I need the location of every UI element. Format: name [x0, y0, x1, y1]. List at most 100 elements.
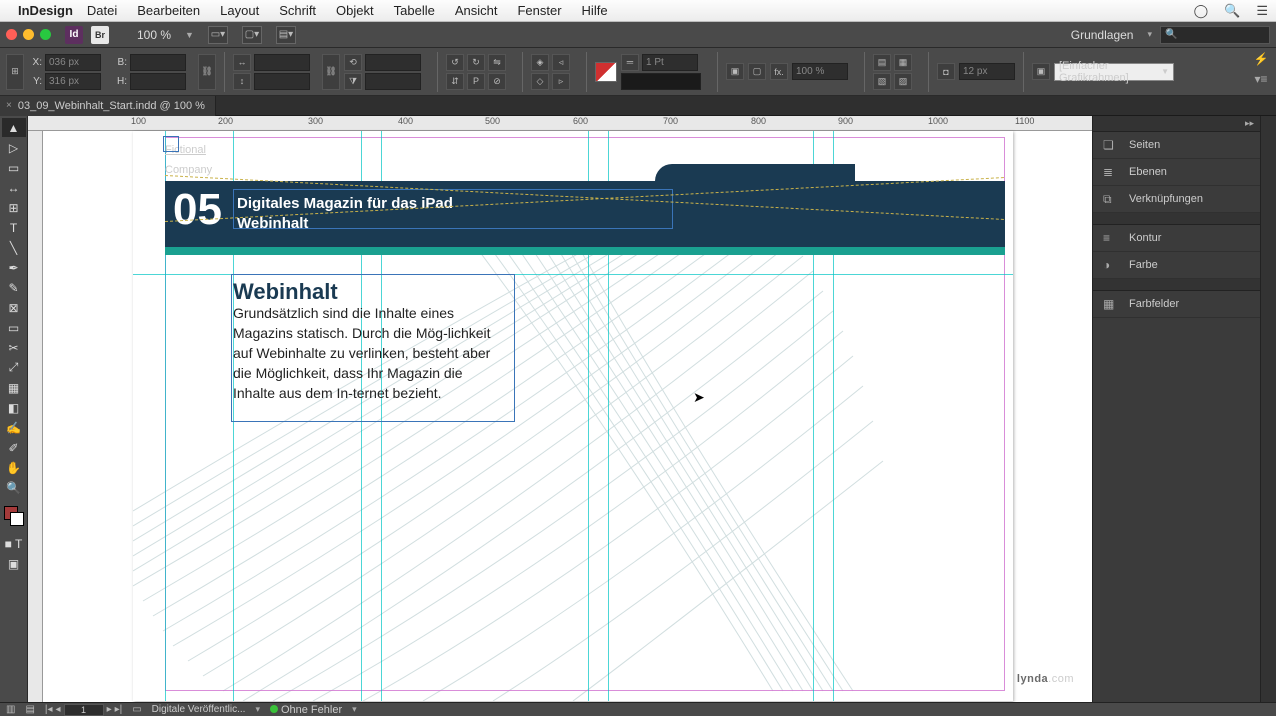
- corner-options-icon[interactable]: ◘: [937, 63, 955, 80]
- page-number-field[interactable]: 1: [64, 704, 104, 716]
- zoom-tool-icon[interactable]: 🔍: [2, 478, 26, 497]
- panel-kontur[interactable]: ≡Kontur: [1093, 225, 1260, 252]
- window-zoom-button[interactable]: [40, 29, 51, 40]
- select-prev-icon[interactable]: ◃: [552, 54, 570, 71]
- selection-tool-icon[interactable]: ▲: [2, 118, 26, 137]
- drop-shadow-icon[interactable]: ▣: [726, 63, 744, 80]
- transform-again-icon[interactable]: P: [467, 73, 485, 90]
- workspace-switcher[interactable]: Grundlagen: [1071, 28, 1134, 42]
- note-tool-icon[interactable]: ✍: [2, 418, 26, 437]
- menu-hilfe[interactable]: Hilfe: [582, 3, 608, 18]
- horizontal-ruler[interactable]: 100 200 300 400 500 600 700 800 900 1000…: [28, 116, 1092, 131]
- fx-icon[interactable]: fx.: [770, 63, 788, 80]
- select-content-icon[interactable]: ◇: [531, 73, 549, 90]
- type-tool-icon[interactable]: T: [2, 218, 26, 237]
- panel-farbe[interactable]: ◑Farbe: [1093, 252, 1260, 279]
- object-style-icon[interactable]: ▣: [1032, 63, 1050, 80]
- menu-bearbeiten[interactable]: Bearbeiten: [137, 3, 200, 18]
- gap-tool-icon[interactable]: ↔: [2, 178, 26, 197]
- menu-datei[interactable]: Datei: [87, 3, 117, 18]
- scale-y-field[interactable]: [254, 73, 310, 90]
- apply-color-icon[interactable]: ■ T: [2, 534, 26, 553]
- x-field[interactable]: 036 px: [45, 54, 101, 71]
- arrange-documents-icon[interactable]: ▤▾: [276, 26, 296, 44]
- clear-transform-icon[interactable]: ⊘: [488, 73, 506, 90]
- spotlight-icon[interactable]: 🔍: [1224, 3, 1240, 19]
- select-container-icon[interactable]: ◈: [531, 54, 549, 71]
- screen-mode-tool-icon[interactable]: ▣: [2, 554, 26, 573]
- opacity-field[interactable]: 100 %: [792, 63, 848, 80]
- panel-menu-icon[interactable]: ▾≡: [1252, 72, 1270, 88]
- menu-schrift[interactable]: Schrift: [279, 3, 316, 18]
- quick-apply-icon[interactable]: ⚡: [1252, 52, 1270, 68]
- rotation-field[interactable]: [365, 54, 421, 71]
- page-tool-icon[interactable]: ▭: [2, 158, 26, 177]
- bridge-icon[interactable]: Br: [91, 26, 109, 44]
- text-wrap-none-icon[interactable]: ▤: [873, 54, 891, 71]
- scissors-tool-icon[interactable]: ✂: [2, 338, 26, 357]
- menu-list-icon[interactable]: ☰: [1256, 3, 1268, 19]
- y-field[interactable]: 316 px: [45, 73, 101, 90]
- prev-page-icon[interactable]: ◂: [56, 704, 61, 715]
- rotation-icon[interactable]: ⟲: [344, 54, 362, 71]
- cc-icon[interactable]: ◯: [1194, 3, 1209, 19]
- panel-ebenen[interactable]: ≣Ebenen: [1093, 159, 1260, 186]
- reference-point-proxy[interactable]: ⊞: [6, 54, 24, 90]
- panel-verknuepfungen[interactable]: ⧉Verknüpfungen: [1093, 186, 1260, 213]
- content-collector-tool-icon[interactable]: ⊞: [2, 198, 26, 217]
- page-navigator[interactable]: |◂ ◂ 1 ▸ ▸|: [45, 704, 122, 716]
- width-field[interactable]: [130, 54, 186, 71]
- line-tool-icon[interactable]: ╲: [2, 238, 26, 257]
- app-name[interactable]: InDesign: [18, 3, 73, 18]
- stroke-weight-field[interactable]: 1 Pt: [642, 54, 698, 71]
- object-style-dropdown[interactable]: [Einfacher Grafikrahmen]▼: [1054, 63, 1174, 81]
- select-next-icon[interactable]: ▹: [552, 73, 570, 90]
- close-tab-icon[interactable]: ×: [6, 100, 12, 111]
- text-wrap-jump-icon[interactable]: ▨: [894, 73, 912, 90]
- status-icon[interactable]: ▤: [25, 704, 34, 715]
- panel-scroll-rail[interactable]: [1260, 116, 1276, 702]
- hand-tool-icon[interactable]: ✋: [2, 458, 26, 477]
- pen-tool-icon[interactable]: ✒: [2, 258, 26, 277]
- shear-icon[interactable]: ⧩: [344, 73, 362, 90]
- constrain-proportions-icon[interactable]: ⛓: [198, 54, 216, 90]
- frame-handle[interactable]: [163, 136, 179, 152]
- selected-text-frame[interactable]: [233, 189, 673, 229]
- page[interactable]: Fictional Company Artikel 05 05 Digitale…: [133, 131, 1013, 701]
- text-wrap-shape-icon[interactable]: ▧: [873, 73, 891, 90]
- rectangle-frame-tool-icon[interactable]: ⊠: [2, 298, 26, 317]
- vertical-ruler[interactable]: [28, 131, 43, 702]
- open-document-icon[interactable]: ▭: [132, 704, 141, 715]
- window-minimize-button[interactable]: [23, 29, 34, 40]
- opacity-icon[interactable]: ▢: [748, 63, 766, 80]
- gradient-swatch-tool-icon[interactable]: ▦: [2, 378, 26, 397]
- document-canvas[interactable]: 100 200 300 400 500 600 700 800 900 1000…: [28, 116, 1092, 702]
- flip-horizontal-icon[interactable]: ⇋: [488, 54, 506, 71]
- flip-vertical-icon[interactable]: ⇵: [446, 73, 464, 90]
- screen-mode-icon[interactable]: ▢▾: [242, 26, 262, 44]
- scale-x-field[interactable]: [254, 54, 310, 71]
- intent-label[interactable]: Digitale Veröffentlic...: [152, 704, 246, 715]
- eyedropper-tool-icon[interactable]: ✐: [2, 438, 26, 457]
- fill-stroke-swatch[interactable]: [595, 62, 617, 82]
- scale-y-icon[interactable]: ↕: [233, 73, 251, 90]
- menu-ansicht[interactable]: Ansicht: [455, 3, 498, 18]
- menu-tabelle[interactable]: Tabelle: [394, 3, 435, 18]
- next-page-icon[interactable]: ▸: [107, 704, 112, 715]
- shear-field[interactable]: [365, 73, 421, 90]
- text-wrap-bound-icon[interactable]: ▦: [894, 54, 912, 71]
- stroke-style-field[interactable]: [621, 73, 701, 90]
- rotate-ccw-icon[interactable]: ↺: [446, 54, 464, 71]
- zoom-level[interactable]: 100 %: [137, 28, 171, 42]
- menu-objekt[interactable]: Objekt: [336, 3, 374, 18]
- height-field[interactable]: [130, 73, 186, 90]
- status-icon[interactable]: ▥: [6, 704, 15, 715]
- free-transform-tool-icon[interactable]: ⤢: [2, 358, 26, 377]
- gradient-feather-tool-icon[interactable]: ◧: [2, 398, 26, 417]
- constrain-scale-icon[interactable]: ⛓: [322, 54, 340, 90]
- preflight-status[interactable]: Ohne Fehler: [270, 704, 342, 716]
- panel-seiten[interactable]: ❏Seiten: [1093, 132, 1260, 159]
- document-tab[interactable]: × 03_09_Webinhalt_Start.indd @ 100 %: [0, 96, 216, 116]
- collapse-dock-icon[interactable]: ▸▸: [1093, 116, 1260, 132]
- panel-farbfelder[interactable]: ▦Farbfelder: [1093, 291, 1260, 318]
